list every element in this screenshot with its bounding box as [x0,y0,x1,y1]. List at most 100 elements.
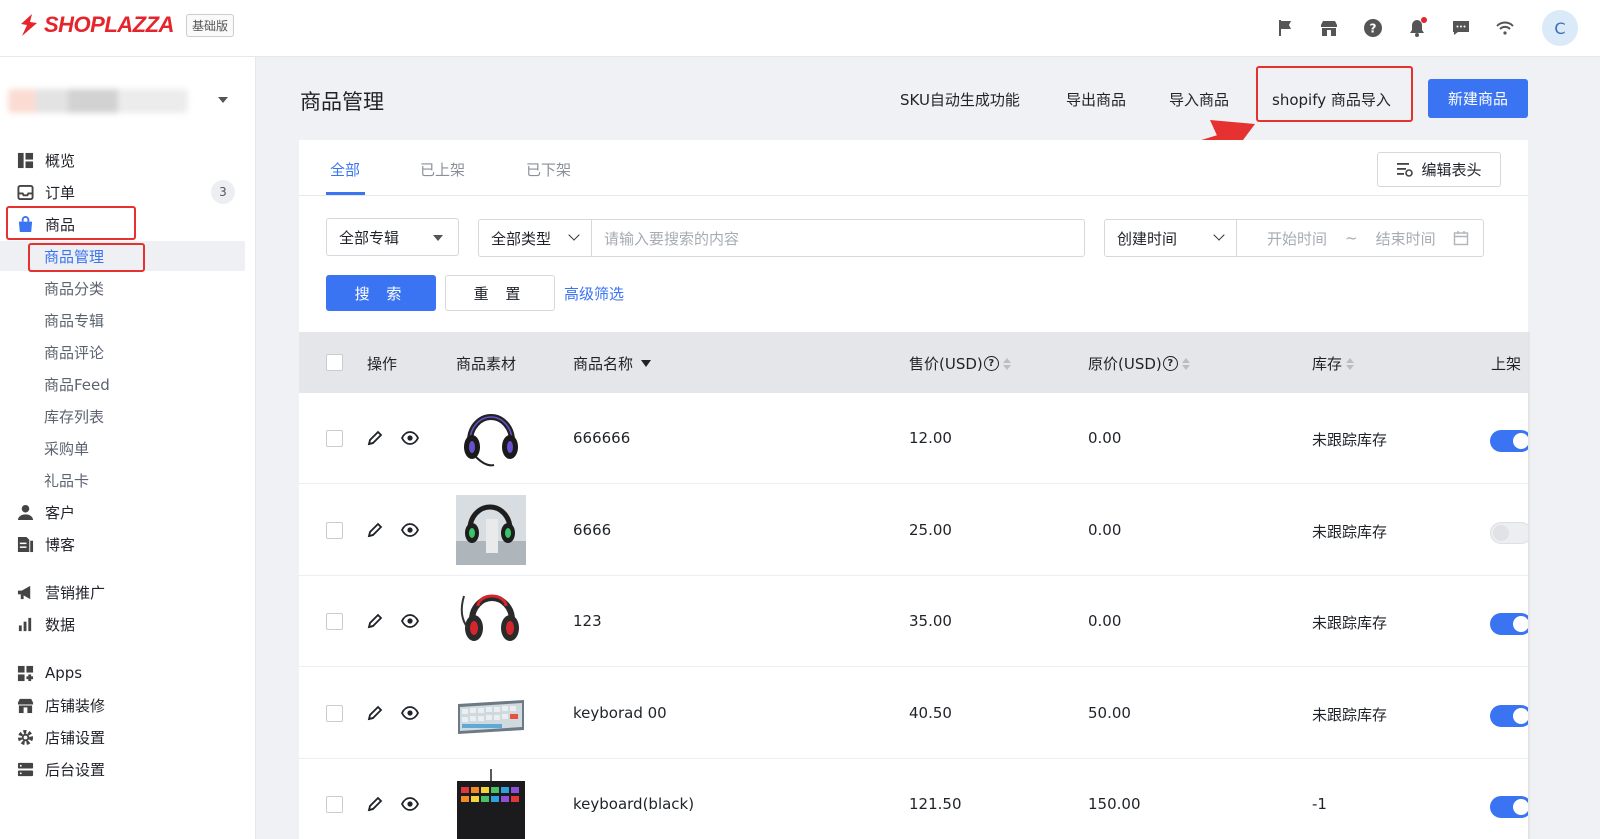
user-avatar[interactable]: C [1542,10,1578,46]
col-price[interactable]: 售价(USD)? [909,353,1011,374]
help-icon[interactable]: ? [1362,17,1384,39]
sidebar-subitem-purchase-orders[interactable]: 采购单 [0,433,245,463]
sidebar-subitem-collections[interactable]: 商品专辑 [0,305,245,335]
help-icon[interactable]: ? [983,356,999,371]
store-icon[interactable] [1318,17,1340,39]
bar-chart-icon [16,615,34,633]
product-compare-price: 150.00 [1088,795,1141,813]
product-thumbnail-red-headset[interactable] [456,586,526,656]
sidebar-item-overview[interactable]: 概览 [0,144,255,176]
flag-icon[interactable] [1274,17,1296,39]
sidebar-item-products[interactable]: 商品 [0,208,255,240]
help-icon[interactable]: ? [1162,356,1178,371]
sidebar-item-analytics[interactable]: 数据 [0,608,255,640]
import-products-link[interactable]: 导入商品 [1169,89,1229,110]
bell-icon[interactable] [1406,17,1428,39]
apps-icon [16,664,34,682]
product-thumbnail-rgb-keyboard[interactable] [456,769,526,839]
sidebar-subitem-gift-cards[interactable]: 礼品卡 [0,465,245,495]
product-thumbnail-headset[interactable] [456,403,526,473]
publish-toggle[interactable] [1490,705,1528,727]
message-icon[interactable] [1450,17,1472,39]
export-products-link[interactable]: 导出商品 [1066,89,1126,110]
product-name[interactable]: 6666 [573,521,611,539]
product-name[interactable]: 666666 [573,429,630,447]
table-row[interactable]: 123 35.00 0.00 未跟踪库存 [299,576,1528,667]
publish-toggle[interactable] [1490,796,1528,818]
date-range-picker[interactable]: 开始时间 ~ 结束时间 [1236,219,1484,257]
col-name[interactable]: 商品名称 [573,353,652,374]
sidebar-item-store-settings[interactable]: 店铺设置 [0,721,255,753]
sku-auto-generate-link[interactable]: SKU自动生成功能 [900,89,1020,110]
table-row[interactable]: keyborad 00 40.50 50.00 未跟踪库存 [299,668,1528,759]
sidebar-item-apps[interactable]: Apps [0,657,255,689]
reset-button[interactable]: 重 置 [445,275,555,311]
view-eye-icon[interactable] [401,704,419,722]
sidebar-item-label: 博客 [45,535,76,554]
calendar-icon [1453,231,1469,246]
tab-published[interactable]: 已上架 [420,159,465,180]
sidebar-subitem-reviews[interactable]: 商品评论 [0,337,245,367]
product-thumbnail-headset-stand[interactable] [456,495,526,565]
select-all-checkbox[interactable] [326,354,343,371]
edit-pencil-icon[interactable] [366,521,384,539]
shopify-import-link[interactable]: shopify 商品导入 [1272,89,1391,110]
product-compare-price: 0.00 [1088,429,1122,447]
row-checkbox[interactable] [326,522,343,539]
sidebar-item-orders[interactable]: 订单 3 [0,176,255,208]
date-field-select[interactable]: 创建时间 [1104,219,1237,257]
edit-pencil-icon[interactable] [366,795,384,813]
sidebar-subitem-product-management[interactable]: 商品管理 [0,241,245,271]
sidebar-subitem-feed[interactable]: 商品Feed [0,369,245,399]
wifi-icon[interactable] [1494,17,1516,39]
edit-pencil-icon[interactable] [366,429,384,447]
shoplazza-logo[interactable]: SHOPLAZZA 基础版 [18,12,234,38]
sidebar-item-customers[interactable]: 客户 [0,496,255,528]
logo-mark-icon [18,13,40,37]
view-eye-icon[interactable] [401,612,419,630]
store-selector[interactable] [0,81,240,121]
view-eye-icon[interactable] [401,521,419,539]
view-eye-icon[interactable] [401,429,419,447]
sidebar-subitem-categories[interactable]: 商品分类 [0,273,245,303]
edit-table-header-button[interactable]: 编辑表头 [1377,152,1501,187]
search-button[interactable]: 搜 索 [326,275,436,311]
sidebar-item-admin-settings[interactable]: 后台设置 [0,753,255,785]
caret-down-icon [218,97,228,103]
sidebar-subitem-inventory[interactable]: 库存列表 [0,401,245,431]
type-select[interactable]: 全部类型 [478,219,592,257]
row-checkbox[interactable] [326,705,343,722]
col-inventory[interactable]: 库存 [1312,353,1355,374]
collection-select[interactable]: 全部专辑 [326,218,459,256]
search-input[interactable]: 请输入要搜索的内容 [591,219,1085,257]
sidebar-item-blog[interactable]: 博客 [0,528,255,560]
edit-pencil-icon[interactable] [366,612,384,630]
table-row[interactable]: 666666 12.00 0.00 未跟踪库存 [299,393,1528,484]
row-checkbox[interactable] [326,613,343,630]
sort-desc-icon [641,360,652,367]
tab-all[interactable]: 全部 [330,159,360,180]
product-compare-price: 0.00 [1088,612,1122,630]
col-compare-price[interactable]: 原价(USD)? [1088,353,1190,374]
new-product-button[interactable]: 新建商品 [1428,79,1528,118]
product-name[interactable]: keyborad 00 [573,704,667,722]
product-name[interactable]: 123 [573,612,602,630]
view-eye-icon[interactable] [401,795,419,813]
sidebar-item-marketing[interactable]: 营销推广 [0,576,255,608]
publish-toggle[interactable] [1490,430,1528,452]
edit-table-header-label: 编辑表头 [1421,161,1482,179]
row-checkbox[interactable] [326,430,343,447]
edit-pencil-icon[interactable] [366,704,384,722]
advanced-filter-link[interactable]: 高级筛选 [564,283,624,304]
sidebar-item-label: 店铺装修 [45,696,106,715]
table-row[interactable]: 6666 25.00 0.00 未跟踪库存 [299,485,1528,576]
tab-unpublished[interactable]: 已下架 [526,159,571,180]
product-thumbnail-keyboard[interactable] [456,678,526,748]
table-row[interactable]: keyboard(black) 121.50 150.00 -1 [299,759,1528,839]
row-checkbox[interactable] [326,796,343,813]
sidebar-item-store-design[interactable]: 店铺装修 [0,689,255,721]
publish-toggle[interactable] [1490,613,1528,635]
product-name[interactable]: keyboard(black) [573,795,694,813]
notification-dot [1421,17,1427,23]
publish-toggle[interactable] [1490,522,1528,544]
